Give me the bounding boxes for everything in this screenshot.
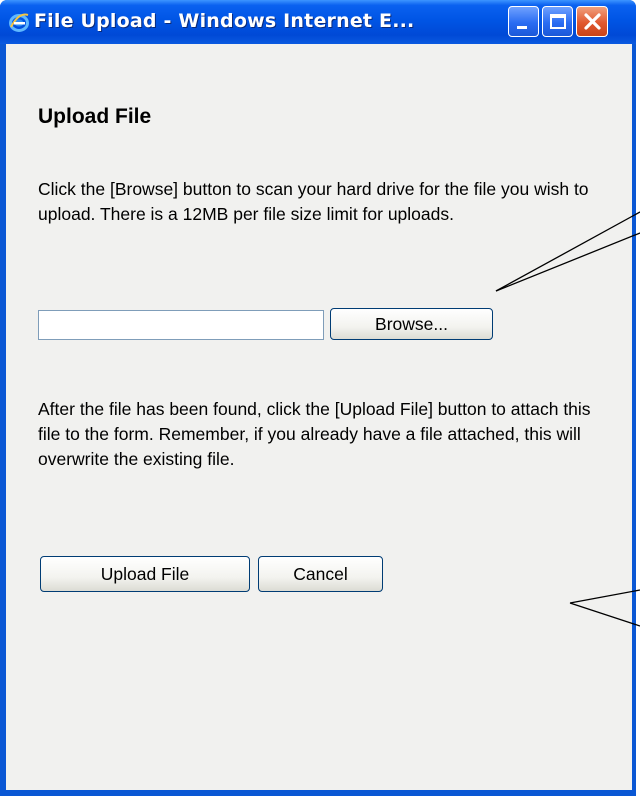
callout-line-buttons (569, 589, 640, 604)
callout-line-browse-2 (495, 232, 640, 292)
callout-lines (495, 211, 640, 627)
callout-line-buttons-2 (569, 602, 640, 627)
callout-line-browse (495, 211, 640, 292)
